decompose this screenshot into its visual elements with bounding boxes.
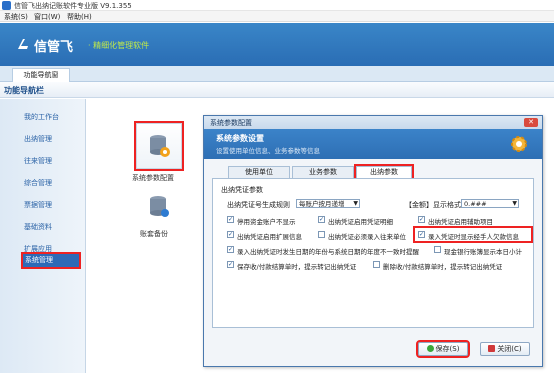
checkbox-delete-prompt[interactable] (373, 261, 380, 268)
menu-window[interactable]: 窗口(W) (34, 12, 60, 22)
rule-select[interactable]: 每账户按月递增 ▼ (296, 199, 360, 208)
sidebar-item-basic-data[interactable]: 基础资料 (24, 222, 52, 232)
sidebar-item-system[interactable]: 系统管理 (21, 252, 81, 269)
sidebar-item-accounts[interactable]: 往来管理 (24, 156, 52, 166)
amount-format-value: 0.### (464, 200, 487, 208)
checkbox-hide-inactive[interactable]: ✓ (227, 216, 234, 223)
menu-help[interactable]: 帮助(H) (67, 12, 92, 22)
checkbox-require-contact[interactable] (318, 231, 325, 238)
option-label: 录入凭证时显示经手人欠款信息 (428, 233, 519, 241)
dialog-close-icon[interactable]: ✕ (524, 118, 538, 127)
sidebar: 我的工作台 出纳管理 往来管理 综合管理 票据管理 基础资料 扩展应用 系统管理 (0, 99, 86, 373)
option-label: 保存收/付款结算单时，提示转记出纳凭证 (237, 263, 357, 271)
cashier-params-panel: 出纳凭证参数 出纳凭证号生成规则 每账户按月递增 ▼ 【金额】显示格式 0.##… (212, 178, 534, 328)
checkbox-voucher-detail[interactable]: ✓ (318, 216, 325, 223)
close-button-label: 关闭(C) (497, 345, 522, 353)
system-params-dialog: 系统参数配置 ✕ 系统参数设置 设置使用单位信息、业务参数等信息 使用单位 业务… (203, 115, 543, 367)
save-button[interactable]: 保存(S) (416, 340, 470, 358)
dialog-header-subtitle: 设置使用单位信息、业务参数等信息 (216, 147, 320, 155)
sidebar-item-workbench[interactable]: 我的工作台 (24, 112, 59, 122)
rule-label: 出纳凭证号生成规则 (227, 201, 290, 209)
checkbox-save-prompt[interactable]: ✓ (227, 261, 234, 268)
amount-format-label: 【金额】显示格式 (405, 201, 461, 209)
tile-label: 系统参数配置 (132, 174, 174, 182)
sidebar-item-bills[interactable]: 票据管理 (24, 200, 52, 210)
title-bar: 信管飞出纳记账软件专业版 V9.1.355 (0, 0, 554, 11)
nav-header: 功能导航栏 (0, 82, 554, 98)
checkbox-show-debt[interactable]: ✓ (418, 231, 425, 238)
menu-bar: 系统(S) 窗口(W) 帮助(H) (0, 11, 554, 22)
tile-box (134, 121, 184, 171)
sidebar-item-extensions[interactable]: 扩展应用 (24, 244, 52, 254)
nav-header-label: 功能导航栏 (4, 86, 44, 95)
dialog-header: 系统参数设置 设置使用单位信息、业务参数等信息 (204, 129, 542, 159)
app-icon (2, 1, 11, 10)
sidebar-item-general[interactable]: 综合管理 (24, 178, 52, 188)
option-label: 删除收/付款结算单时，提示转记出纳凭证 (383, 263, 503, 271)
chevron-down-icon: ▼ (353, 200, 358, 207)
option-label: 出纳凭证启用辅助项目 (428, 218, 493, 226)
database-backup-icon (150, 196, 169, 217)
option-label: 出纳凭证必须录入往来单位 (328, 233, 406, 241)
option-label: 出纳凭证启用扩展信息 (237, 233, 302, 241)
brand-logo-icon (18, 39, 28, 49)
tab-business[interactable]: 业务参数 (292, 166, 354, 178)
gear-icon (511, 136, 527, 152)
brand-slogan: · 精细化管理软件 (88, 41, 150, 50)
save-button-label: 保存(S) (435, 345, 460, 353)
banner: 信管飞 · 精细化管理软件 (0, 23, 554, 66)
check-icon (426, 345, 434, 352)
close-button[interactable]: 关闭(C) (480, 342, 530, 356)
chevron-down-icon: ▼ (512, 200, 517, 207)
database-gear-icon (150, 135, 170, 157)
tile-label: 账套备份 (140, 230, 168, 238)
checkbox-daily-subtotal[interactable] (434, 246, 441, 253)
dialog-titlebar: 系统参数配置 ✕ (204, 116, 542, 129)
menu-system[interactable]: 系统(S) (4, 12, 28, 22)
checkbox-year-mismatch[interactable]: ✓ (227, 246, 234, 253)
amount-format-select[interactable]: 0.### ▼ (461, 199, 519, 208)
dialog-title: 系统参数配置 (210, 119, 252, 127)
sidebar-item-cashier[interactable]: 出纳管理 (24, 134, 52, 144)
option-label: 录入出纳凭证时发生日期的年份与系统日期的年度不一致时提醒 (237, 248, 419, 256)
option-label: 出纳凭证启用凭证明细 (328, 218, 393, 226)
brand-name: 信管飞 (34, 40, 74, 55)
tile-backup[interactable]: 账套备份 (132, 189, 192, 249)
section-title: 出纳凭证参数 (221, 186, 263, 194)
checkbox-voucher-extended[interactable]: ✓ (227, 231, 234, 238)
close-icon (488, 345, 496, 352)
tab-unit[interactable]: 使用单位 (228, 166, 290, 178)
rule-select-value: 每账户按月递增 (299, 200, 345, 208)
tab-function-navigation[interactable]: 功能导航窗 (12, 68, 70, 82)
option-label: 停用资金账户不显示 (237, 218, 296, 226)
window-title: 信管飞出纳记账软件专业版 V9.1.355 (14, 2, 132, 10)
window-tab-strip: 功能导航窗 (0, 66, 554, 82)
dialog-header-title: 系统参数设置 (216, 134, 264, 143)
option-label: 现金银行账簿显示本日小计 (444, 248, 522, 256)
checkbox-voucher-auxiliary[interactable]: ✓ (418, 216, 425, 223)
